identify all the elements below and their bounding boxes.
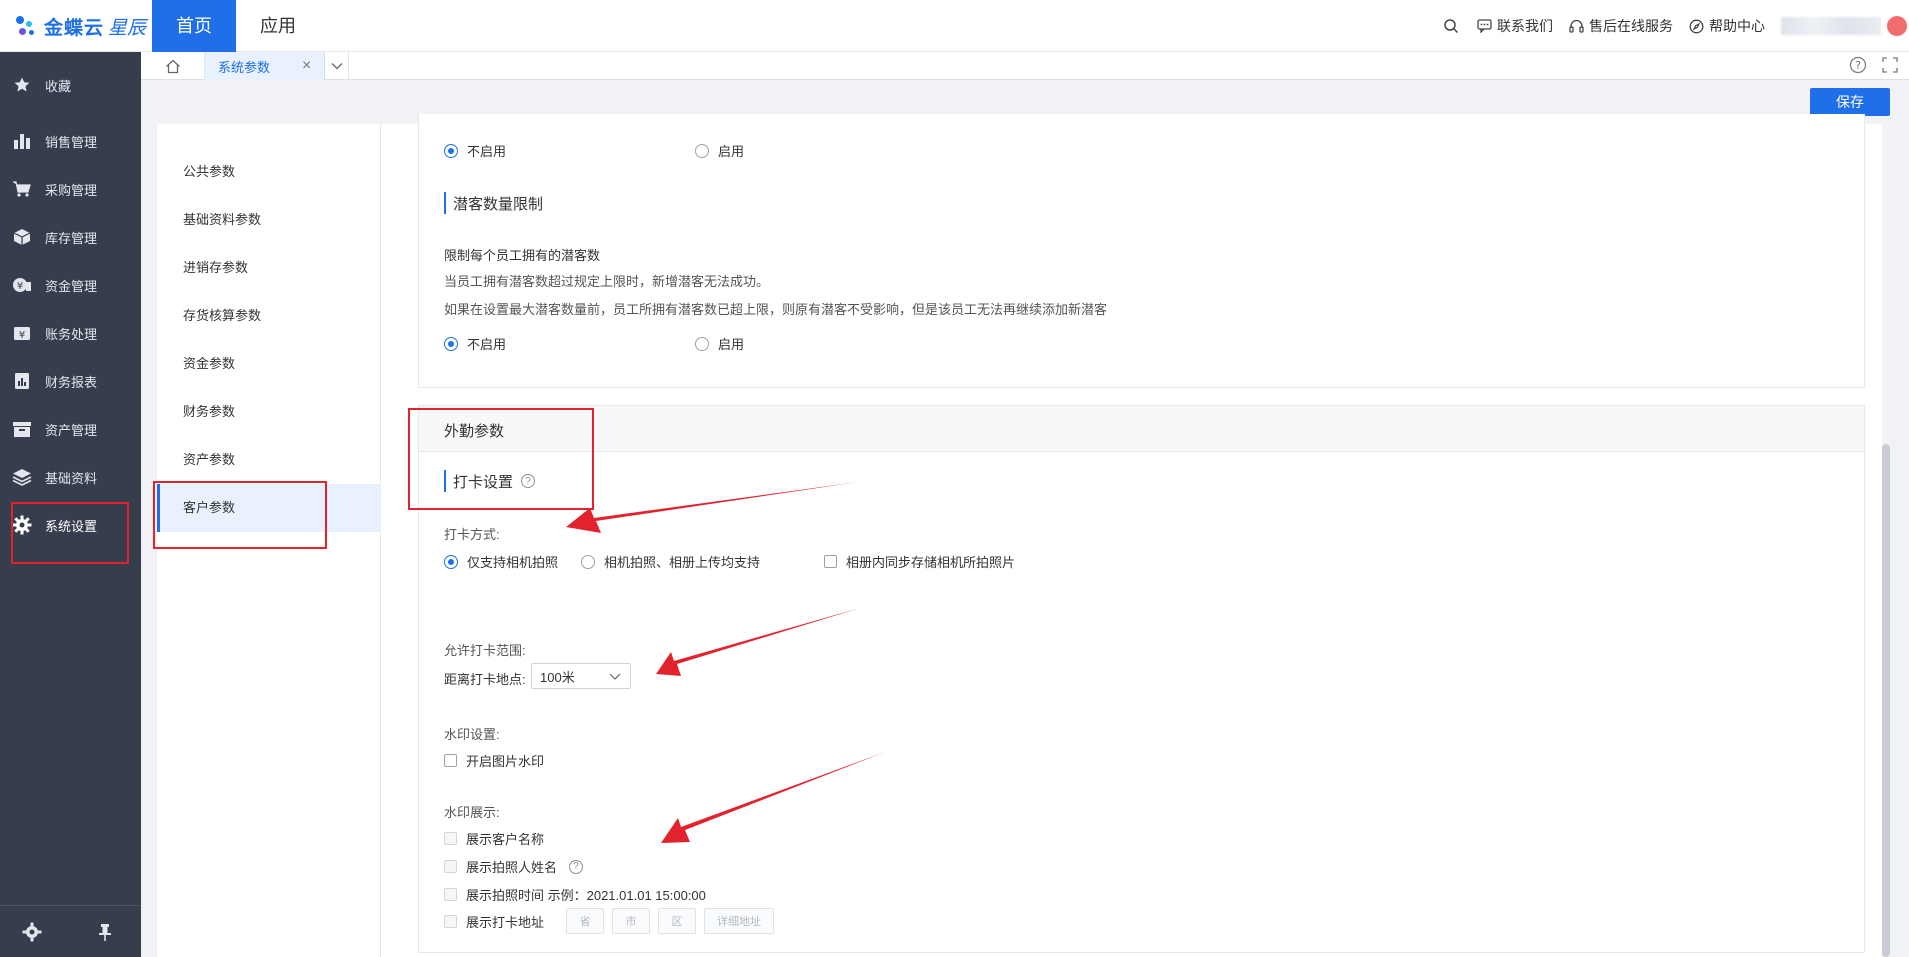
annotation-arrow-1 [566,482,858,533]
annotation-arrows [566,482,885,843]
annotation-arrow-3 [661,752,885,843]
annotation-arrow-2 [656,608,860,676]
